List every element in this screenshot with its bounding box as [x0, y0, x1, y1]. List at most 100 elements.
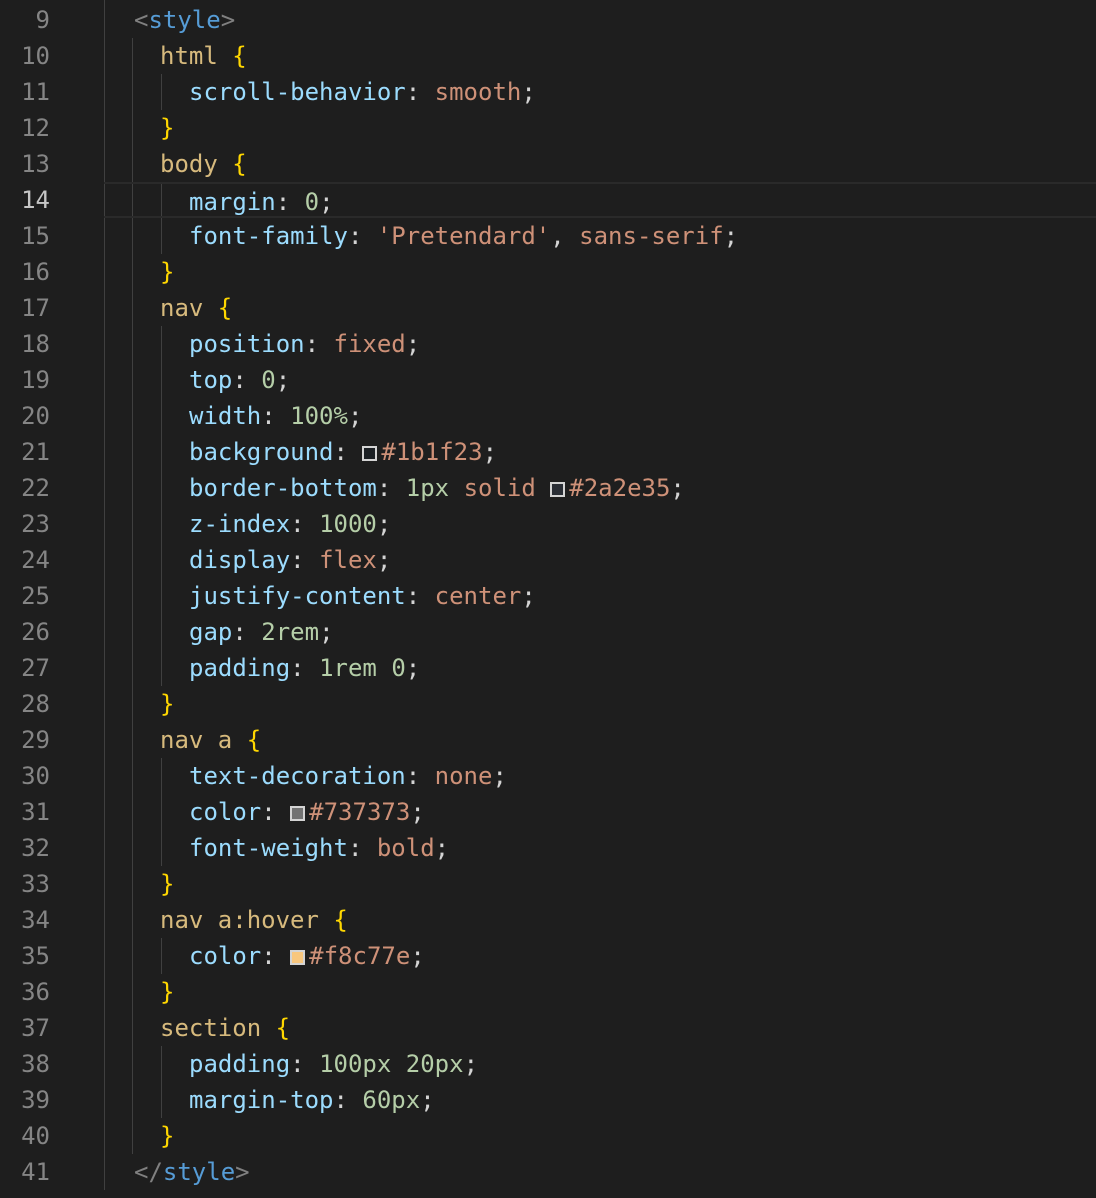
- code-text-area[interactable]: justify-content: center;: [104, 578, 1096, 614]
- token-punct: :: [232, 618, 262, 646]
- code-text-area[interactable]: html {: [104, 38, 1096, 74]
- code-line[interactable]: 34 nav a:hover {: [0, 902, 1096, 938]
- code-text-area[interactable]: text-decoration: none;: [104, 758, 1096, 794]
- token-punct: ;: [319, 188, 334, 216]
- code-editor[interactable]: 9 <style> 10 html {11 scroll-behavior: smoot…: [0, 0, 1096, 1198]
- code-text-area[interactable]: border-bottom: 1px solid #2a2e35;: [104, 470, 1096, 506]
- code-line[interactable]: 29 nav a {: [0, 722, 1096, 758]
- code-line[interactable]: 13 body {: [0, 146, 1096, 182]
- token-punct: ;: [482, 438, 498, 466]
- line-number: 21: [21, 438, 50, 466]
- code-line[interactable]: 14 margin: 0;: [0, 182, 1096, 218]
- code-line[interactable]: 28}: [0, 686, 1096, 722]
- code-text-area[interactable]: body {: [104, 146, 1096, 182]
- code-line[interactable]: 9 <style>: [0, 2, 1096, 38]
- code-text-area[interactable]: </style>: [104, 1154, 1096, 1190]
- token-punct: ;: [434, 834, 450, 862]
- code-text: }: [160, 254, 174, 290]
- code-line[interactable]: 22 border-bottom: 1px solid #2a2e35;: [0, 470, 1096, 506]
- code-line[interactable]: 36}: [0, 974, 1096, 1010]
- token-prop: color: [189, 942, 262, 970]
- code-text-area[interactable]: }: [104, 866, 1096, 902]
- code-text-area[interactable]: color: #737373;: [104, 794, 1096, 830]
- code-text: padding: 100px 20px;: [189, 1046, 478, 1082]
- token-brace: {: [333, 906, 348, 934]
- code-line[interactable]: 41 </style>: [0, 1154, 1096, 1190]
- code-text-area[interactable]: margin-top: 60px;: [104, 1082, 1096, 1118]
- token-punct: :: [290, 1050, 320, 1078]
- code-line[interactable]: 21 background: #1b1f23;: [0, 434, 1096, 470]
- code-text-area[interactable]: scroll-behavior: smooth;: [104, 74, 1096, 110]
- code-line[interactable]: 37 section {: [0, 1010, 1096, 1046]
- line-number: 28: [21, 690, 50, 718]
- token-punct: :: [261, 402, 291, 430]
- code-line[interactable]: 27 padding: 1rem 0;: [0, 650, 1096, 686]
- code-text-area[interactable]: nav a {: [104, 722, 1096, 758]
- token-val: center: [434, 582, 522, 610]
- code-line[interactable]: 18 position: fixed;: [0, 326, 1096, 362]
- code-text-area[interactable]: padding: 100px 20px;: [104, 1046, 1096, 1082]
- color-swatch-icon[interactable]: [290, 806, 306, 821]
- code-line[interactable]: 32 font-weight: bold;: [0, 830, 1096, 866]
- code-text: border-bottom: 1px solid #2a2e35;: [189, 470, 685, 506]
- code-text-area[interactable]: nav a:hover {: [104, 902, 1096, 938]
- code-line[interactable]: 17 nav {: [0, 290, 1096, 326]
- code-text-area[interactable]: z-index: 1000;: [104, 506, 1096, 542]
- code-text: color: #737373;: [189, 794, 425, 830]
- code-line[interactable]: 31 color: #737373;: [0, 794, 1096, 830]
- code-text-area[interactable]: top: 0;: [104, 362, 1096, 398]
- code-line[interactable]: 20 width: 100%;: [0, 398, 1096, 434]
- token-sel: nav a:hover: [160, 906, 334, 934]
- code-line[interactable]: 38 padding: 100px 20px;: [0, 1046, 1096, 1082]
- code-line[interactable]: 24 display: flex;: [0, 542, 1096, 578]
- code-text-area[interactable]: section {: [104, 1010, 1096, 1046]
- code-text-area[interactable]: font-weight: bold;: [104, 830, 1096, 866]
- code-line[interactable]: 25 justify-content: center;: [0, 578, 1096, 614]
- code-line[interactable]: 35 color: #f8c77e;: [0, 938, 1096, 974]
- code-text: scroll-behavior: smooth;: [189, 74, 536, 110]
- line-number: 32: [21, 834, 50, 862]
- token-punct: ;: [376, 510, 392, 538]
- code-line[interactable]: 33}: [0, 866, 1096, 902]
- code-line[interactable]: 11 scroll-behavior: smooth;: [0, 74, 1096, 110]
- color-swatch-icon[interactable]: [362, 446, 378, 461]
- code-text-area[interactable]: gap: 2rem;: [104, 614, 1096, 650]
- token-val: #737373: [309, 798, 411, 826]
- code-text-area[interactable]: width: 100%;: [104, 398, 1096, 434]
- color-swatch-icon[interactable]: [290, 950, 306, 965]
- code-line[interactable]: 23 z-index: 1000;: [0, 506, 1096, 542]
- code-text-area[interactable]: font-family: 'Pretendard', sans-serif;: [104, 218, 1096, 254]
- code-text-area[interactable]: nav {: [104, 290, 1096, 326]
- code-line[interactable]: 26 gap: 2rem;: [0, 614, 1096, 650]
- line-number: 36: [21, 978, 50, 1006]
- line-number: 41: [21, 1158, 50, 1186]
- token-brace: {: [232, 42, 247, 70]
- code-line[interactable]: 10 html {: [0, 38, 1096, 74]
- code-text-area[interactable]: margin: 0;: [104, 182, 1096, 218]
- code-line[interactable]: 15 font-family: 'Pretendard', sans-serif;: [0, 218, 1096, 254]
- code-text-area[interactable]: }: [104, 110, 1096, 146]
- line-number: 13: [21, 150, 50, 178]
- token-punct: :: [304, 330, 334, 358]
- code-text-area[interactable]: }: [104, 686, 1096, 722]
- token-punct: :: [405, 762, 435, 790]
- code-line[interactable]: 19 top: 0;: [0, 362, 1096, 398]
- code-text-area[interactable]: }: [104, 254, 1096, 290]
- code-line[interactable]: 30 text-decoration: none;: [0, 758, 1096, 794]
- code-text-area[interactable]: color: #f8c77e;: [104, 938, 1096, 974]
- token-val: bold: [376, 834, 435, 862]
- color-swatch-icon[interactable]: [550, 482, 566, 497]
- code-text-area[interactable]: }: [104, 974, 1096, 1010]
- token-bracket: >: [235, 1158, 250, 1186]
- code-text-area[interactable]: <style>: [104, 2, 1096, 38]
- code-text-area[interactable]: padding: 1rem 0;: [104, 650, 1096, 686]
- code-text-area[interactable]: }: [104, 1118, 1096, 1154]
- code-text-area[interactable]: background: #1b1f23;: [104, 434, 1096, 470]
- code-text-area[interactable]: position: fixed;: [104, 326, 1096, 362]
- code-text: html {: [160, 38, 247, 74]
- code-line[interactable]: 16}: [0, 254, 1096, 290]
- code-line[interactable]: 39 margin-top: 60px;: [0, 1082, 1096, 1118]
- code-line[interactable]: 40}: [0, 1118, 1096, 1154]
- code-line[interactable]: 12}: [0, 110, 1096, 146]
- code-text-area[interactable]: display: flex;: [104, 542, 1096, 578]
